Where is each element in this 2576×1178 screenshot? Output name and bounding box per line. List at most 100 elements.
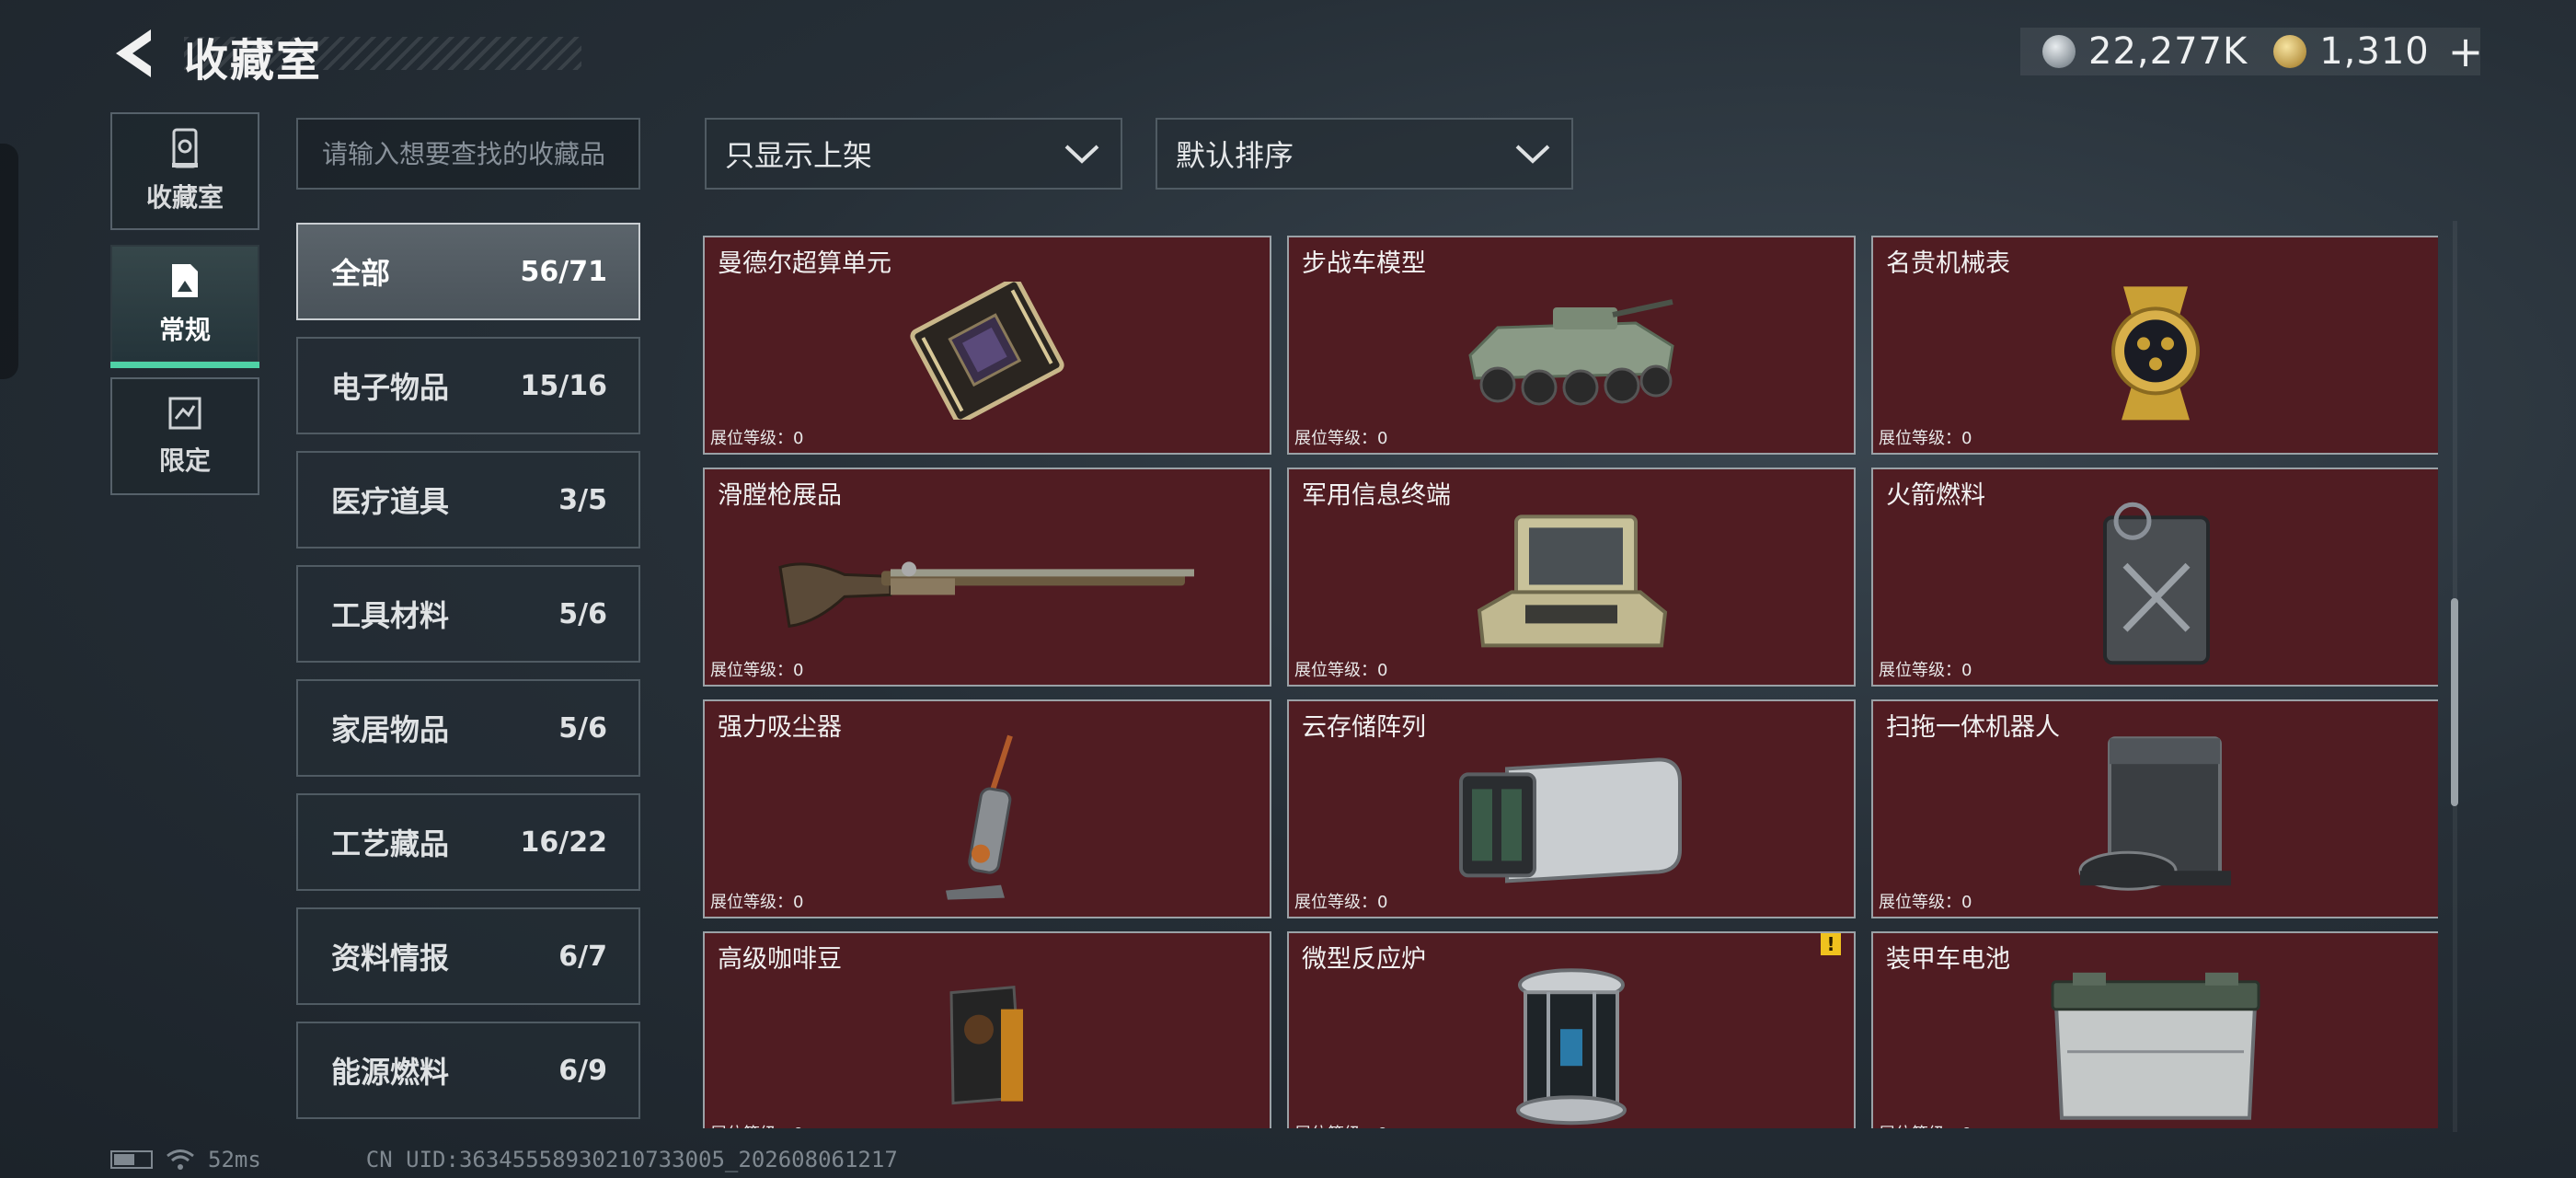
item-name: 滑膛枪展品 [718,481,842,510]
category-count: 15/16 [520,369,607,402]
category-crafts[interactable]: 工艺藏品 16/22 [296,793,640,891]
chevron-down-icon [1064,144,1099,164]
item-level: 展位等级：0 [710,1121,803,1128]
rocket-fuel-can-icon [2103,502,2210,665]
shelf-filter-dropdown[interactable]: 只显示上架 [705,118,1122,190]
sort-dropdown[interactable]: 默认排序 [1156,118,1573,190]
item-name: 装甲车电池 [1886,945,2010,974]
item-name: 火箭燃料 [1886,481,1985,510]
item-name: 微型反应炉 [1302,945,1426,974]
limited-icon [168,397,201,430]
category-name: 工艺藏品 [331,826,450,861]
collectible-card[interactable]: 曼德尔超算单元 展位等级：0 [703,236,1271,455]
collectible-card[interactable]: 云存储阵列 展位等级：0 [1287,699,1856,918]
supercomputer-unit-icon [910,282,1064,420]
edge-handle[interactable] [0,144,18,379]
side-tab-label: 常规 [158,315,211,345]
item-level: 展位等级：0 [710,893,804,912]
category-name: 全部 [331,256,391,291]
category-name: 资料情报 [331,941,450,976]
item-level: 展位等级：0 [1879,1121,1972,1128]
vacuum-cleaner-icon [946,734,1013,900]
gold-coin-icon [2273,35,2307,68]
item-name: 高级咖啡豆 [718,945,842,974]
ifv-model-icon [1468,299,1674,406]
category-name: 电子物品 [331,370,450,405]
category-all[interactable]: 全部 56/71 [296,223,640,320]
item-level: 展位等级：0 [1294,661,1388,680]
category-count: 16/22 [520,826,607,859]
page-title: 收藏室 [184,35,323,87]
robot-mop-icon [2078,736,2231,891]
category-name: 工具材料 [331,598,450,633]
item-level: 展位等级：0 [1294,893,1388,912]
silver-coin-icon [2042,35,2076,68]
collection-room-icon [172,128,198,168]
collectible-card[interactable]: 火箭燃料 展位等级：0 [1871,468,2438,687]
cloud-storage-array-icon [1459,757,1682,884]
ping-value: 52ms [208,1147,261,1172]
collectible-card[interactable]: 军用信息终端 展位等级：0 [1287,468,1856,687]
item-level: 展位等级：0 [1294,1121,1387,1128]
item-name: 强力吸尘器 [718,713,842,742]
item-level: 展位等级：0 [710,661,804,680]
item-name: 云存储阵列 [1302,713,1426,742]
category-count: 5/6 [558,711,607,745]
battery-icon [110,1150,153,1169]
collectible-card[interactable]: 装甲车电池 展位等级：0 [1871,931,2438,1128]
search-input[interactable] [296,118,640,190]
regular-icon [172,264,198,297]
user-uid: CN UID:36345558930210733005_202608061217 [365,1147,898,1172]
category-count: 3/5 [558,483,607,516]
item-name: 步战车模型 [1302,249,1426,278]
gold-currency-value: 1,310 [2319,30,2430,73]
item-level: 展位等级：0 [1879,893,1972,912]
sort-label: 默认排序 [1176,138,1294,173]
micro-reactor-icon [1516,968,1627,1126]
chevron-down-icon [1515,144,1550,164]
category-name: 医疗道具 [331,484,450,519]
back-arrow-icon[interactable] [109,26,160,81]
add-currency-button[interactable]: + [2448,30,2484,73]
item-name: 名贵机械表 [1886,249,2010,278]
side-tab-limited[interactable]: 限定 [110,377,259,495]
category-name: 家居物品 [331,712,450,747]
wifi-icon [167,1149,194,1170]
collectible-card[interactable]: 步战车模型 展位等级：0 [1287,236,1856,455]
category-name: 能源燃料 [331,1055,450,1090]
shelf-filter-label: 只显示上架 [725,138,873,173]
category-count: 56/71 [520,255,607,288]
item-name: 军用信息终端 [1302,481,1451,510]
side-tab-collection-room[interactable]: 收藏室 [110,112,259,230]
collectible-card[interactable]: 强力吸尘器 展位等级：0 [703,699,1271,918]
warning-badge-icon: ! [1821,933,1841,955]
item-level: 展位等级：0 [1879,429,1972,448]
coffee-beans-bag-icon [949,985,1023,1105]
category-intel[interactable]: 资料情报 6/7 [296,907,640,1005]
collectible-card[interactable]: 滑膛枪展品 展位等级：0 [703,468,1271,687]
item-level: 展位等级：0 [710,429,804,448]
side-tab-regular[interactable]: 常规 [110,245,259,368]
category-energy[interactable]: 能源燃料 6/9 [296,1022,640,1119]
item-name: 曼德尔超算单元 [718,249,891,278]
silver-currency-value: 22,277K [2088,30,2248,73]
category-medical[interactable]: 医疗道具 3/5 [296,451,640,549]
musket-icon [778,561,1194,629]
collectible-card[interactable]: 名贵机械表 展位等级：0 [1871,236,2438,455]
category-household[interactable]: 家居物品 5/6 [296,679,640,777]
collectibles-grid[interactable]: 曼德尔超算单元 展位等级：0 步战车模型 展位等级：0 名贵机械表 展位等级：0… [703,236,2438,1128]
category-count: 6/7 [558,940,607,973]
side-tab-label: 收藏室 [145,182,224,213]
scrollbar-thumb[interactable] [2451,598,2458,806]
category-count: 6/9 [558,1054,607,1087]
item-level: 展位等级：0 [1294,429,1388,448]
collectible-card[interactable]: 扫拖一体机器人 展位等级：0 [1871,699,2438,918]
status-bar: 52ms CN UID:36345558930210733005_2026080… [110,1147,898,1172]
category-tools[interactable]: 工具材料 5/6 [296,565,640,663]
side-tab-label: 限定 [158,445,211,476]
item-name: 扫拖一体机器人 [1886,713,2060,742]
luxury-watch-icon [2111,286,2200,421]
collectible-card[interactable]: 微型反应炉 ! 展位等级：0 [1287,931,1856,1128]
collectible-card[interactable]: 高级咖啡豆 展位等级：0 [703,931,1271,1128]
category-electronics[interactable]: 电子物品 15/16 [296,337,640,434]
